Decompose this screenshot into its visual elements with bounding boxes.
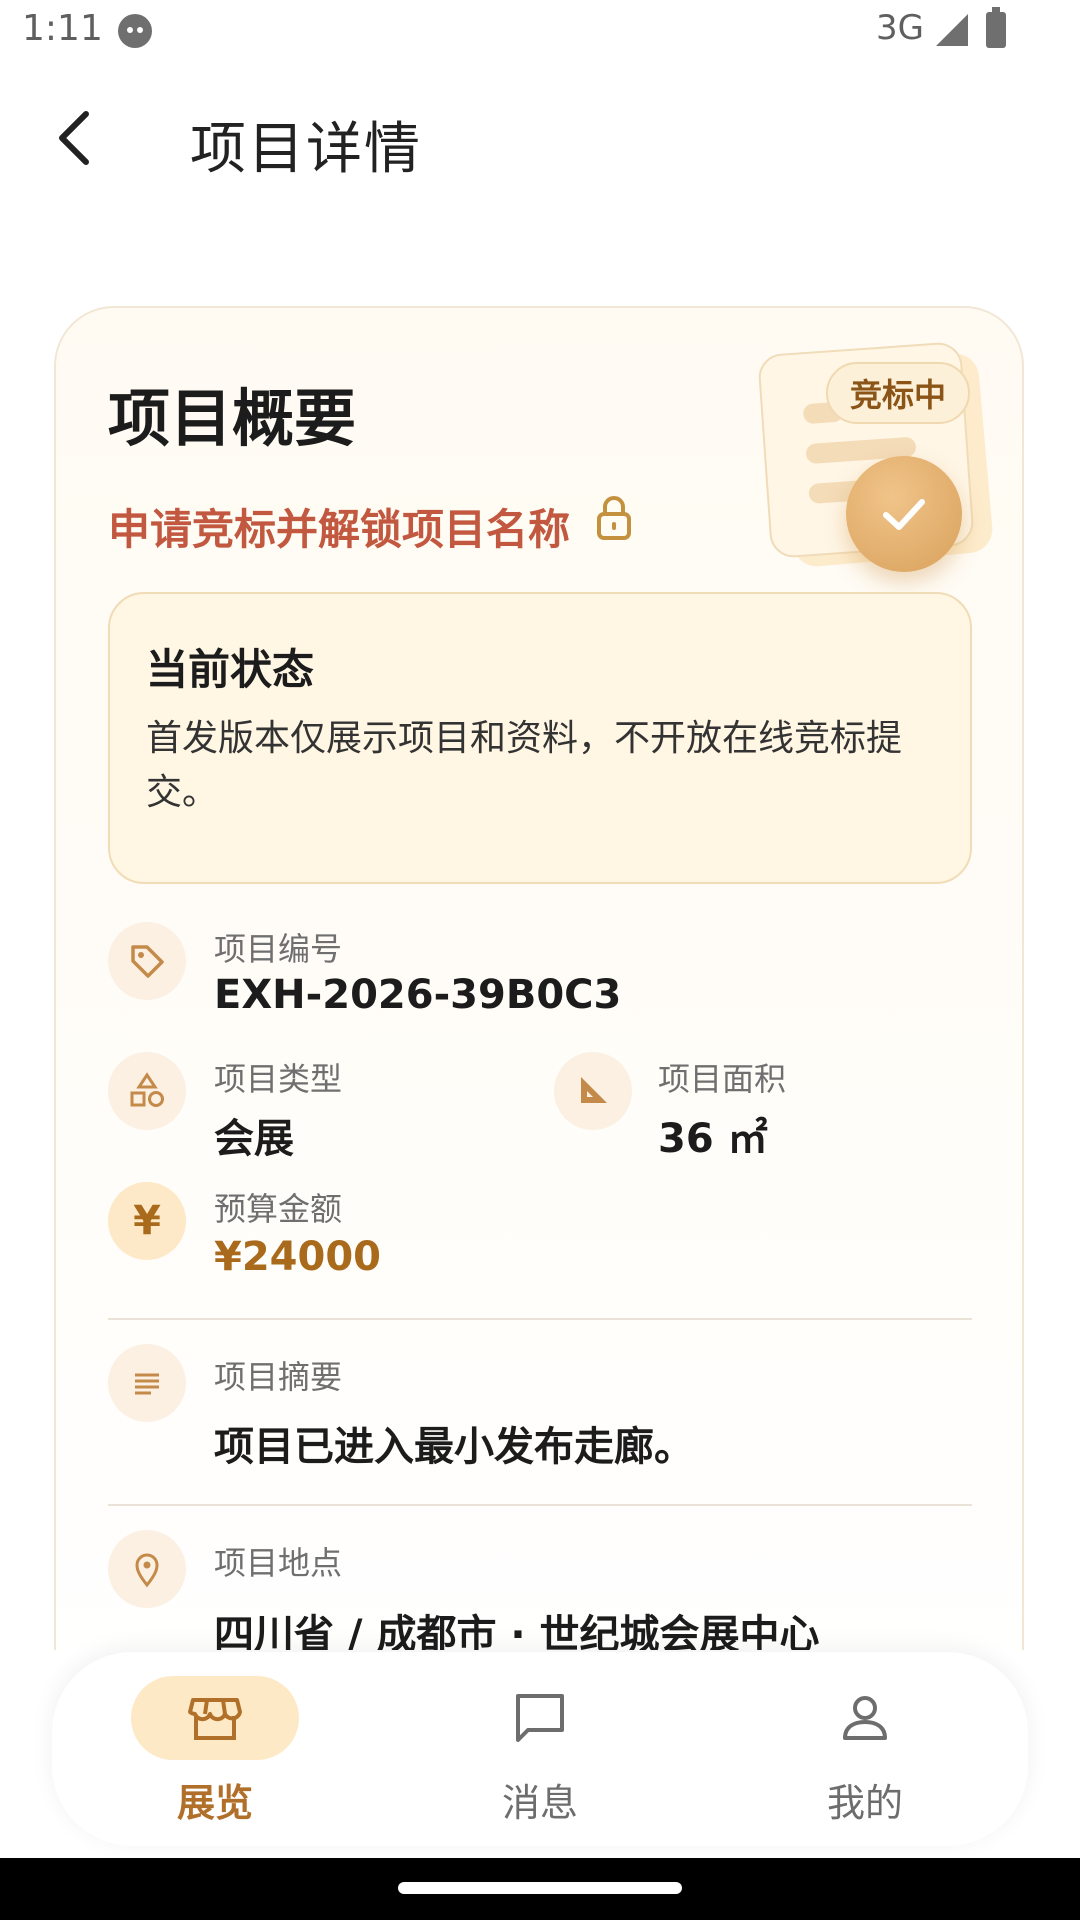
status-box-text: 首发版本仅展示项目和资料，不开放在线竞标提交。 [146, 718, 903, 813]
divider [108, 1318, 972, 1320]
budget-label: 预算金额 [214, 1190, 343, 1228]
arrow-left-icon [59, 111, 89, 165]
notification-face-icon [118, 14, 152, 48]
network-type: 3G [876, 8, 924, 48]
project-type-label: 项目类型 [214, 1060, 343, 1098]
budget-value: ¥24000 [214, 1234, 381, 1280]
store-icon [188, 1698, 242, 1740]
overview-title: 项目概要 [108, 382, 357, 455]
divider [108, 1504, 972, 1506]
back-button[interactable] [42, 100, 108, 176]
location-label: 项目地点 [214, 1544, 343, 1582]
status-time: 1:11 [22, 8, 103, 49]
summary-label: 项目摘要 [214, 1358, 343, 1396]
page-title: 项目详情 [190, 117, 422, 182]
home-gesture-handle[interactable] [398, 1882, 682, 1894]
tag-icon [108, 922, 186, 1000]
project-area-value: 36 ㎡ [658, 1116, 768, 1162]
battery-icon [986, 7, 1006, 48]
message-icon [516, 1694, 564, 1742]
project-code-label: 项目编号 [214, 930, 343, 968]
notes-icon [108, 1344, 186, 1422]
lock-icon [597, 496, 631, 540]
check-icon [846, 456, 962, 572]
project-code-value: EXH-2026-39B0C3 [214, 972, 622, 1018]
shapes-icon [108, 1052, 186, 1130]
location-pin-icon [108, 1530, 186, 1608]
nav-label-exhibition: 展览 [176, 1781, 253, 1825]
person-icon [843, 1696, 887, 1740]
signal-icon [936, 14, 968, 46]
summary-value: 项目已进入最小发布走廊。 [214, 1424, 694, 1470]
nav-label-messages: 消息 [501, 1781, 578, 1825]
project-type-value: 会展 [214, 1116, 294, 1162]
unlock-project-link[interactable]: 申请竞标并解锁项目名称 [108, 496, 570, 557]
status-badge: 竞标中 [826, 362, 970, 424]
status-box-title: 当前状态 [146, 645, 315, 694]
ruler-triangle-icon [554, 1052, 632, 1130]
status-bar: 1:11 3G [0, 0, 1080, 64]
project-area-label: 项目面积 [658, 1060, 787, 1098]
nav-label-profile: 我的 [826, 1781, 903, 1825]
yuan-icon: ¥ [108, 1182, 186, 1260]
